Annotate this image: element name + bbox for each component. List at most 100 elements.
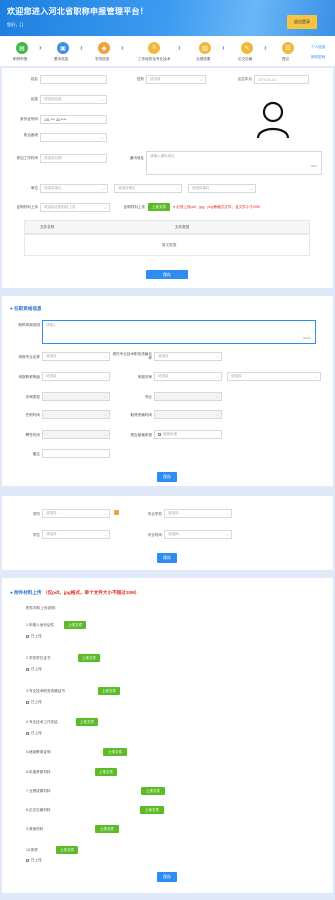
degree-select[interactable]: 请选择 bbox=[42, 530, 110, 539]
side-link-profile[interactable]: 个人信息 bbox=[311, 45, 325, 50]
edu-save-button[interactable]: 保存 bbox=[157, 553, 177, 563]
desc-textarea[interactable]: 请输入 bbox=[42, 320, 316, 344]
attach-item-label: 5.继续教育证明 bbox=[26, 750, 51, 754]
grad-time-select[interactable]: 请选择 bbox=[164, 530, 232, 539]
desc-counter: 0/200 bbox=[303, 336, 311, 340]
firstwork-label: 参加工作时间 bbox=[16, 156, 38, 160]
politics-select[interactable] bbox=[40, 133, 107, 142]
idcard-input[interactable]: 131 *** 2A **** bbox=[40, 115, 107, 124]
attach-check[interactable]: 已上传 bbox=[26, 667, 42, 672]
step-6[interactable]: ✎ 论文论著 bbox=[238, 42, 253, 62]
field-label: 学位 bbox=[32, 533, 40, 537]
attach-check[interactable]: 已上传 bbox=[26, 634, 42, 639]
upload-button[interactable]: 上传文件 bbox=[95, 768, 117, 776]
nation-select[interactable]: 请选择民族 bbox=[40, 95, 107, 104]
name-input[interactable] bbox=[40, 75, 107, 84]
checkbox[interactable] bbox=[26, 667, 29, 671]
review-type-select[interactable] bbox=[42, 392, 110, 401]
upload-button[interactable]: 上传文件 bbox=[76, 718, 98, 726]
avatar-icon[interactable] bbox=[256, 100, 290, 140]
hire-time-select[interactable] bbox=[42, 430, 110, 439]
field-label: 任职时间 bbox=[25, 413, 40, 417]
appoint-time-select[interactable] bbox=[42, 410, 110, 419]
unit-select-3[interactable]: 请选择单位 bbox=[188, 184, 256, 193]
remark-input[interactable] bbox=[42, 449, 110, 458]
check-label: 已上传 bbox=[31, 731, 42, 735]
upload-button[interactable]: 上传文件 bbox=[141, 787, 165, 795]
table-header-name: 文件名称 bbox=[40, 225, 55, 229]
upload-button[interactable]: 上传文件 bbox=[78, 654, 100, 662]
idcard-label: 身份证号码 bbox=[20, 117, 38, 121]
step-5[interactable]: ▥ 业绩成果 bbox=[196, 42, 211, 62]
major-select[interactable]: 请选择 bbox=[42, 352, 110, 361]
checkbox[interactable] bbox=[26, 731, 29, 735]
qual-time-select[interactable] bbox=[154, 410, 222, 419]
gender-select[interactable]: 请选择 bbox=[146, 75, 206, 84]
attach-check[interactable]: 已上传 bbox=[26, 731, 42, 736]
edu-select[interactable]: 请选择 bbox=[42, 509, 110, 518]
upload-label: 证明材料上传 bbox=[123, 205, 145, 209]
page-title: 欢迎您进入河北省职称申报管理平台！ bbox=[7, 7, 149, 16]
step-2[interactable]: ▣ 基本信息 bbox=[54, 42, 69, 62]
checkbox[interactable] bbox=[26, 700, 29, 704]
address-label: 通讯地址 bbox=[129, 156, 144, 160]
unit-select-2[interactable]: 请选择单位 bbox=[114, 184, 182, 193]
review-select[interactable]: 请选择 bbox=[154, 372, 222, 381]
attach-item-label: 2.学历学位证书 bbox=[26, 656, 51, 660]
upload-button[interactable]: 上传文件 bbox=[140, 806, 164, 814]
specialty-select[interactable] bbox=[154, 392, 222, 401]
birth-input[interactable]: 1970-01-01 bbox=[254, 75, 309, 84]
region-select[interactable]: 请选择证明材料上传 bbox=[40, 203, 110, 212]
basic-save-button[interactable]: 保存 bbox=[146, 270, 188, 279]
level-select[interactable]: 请选择 bbox=[42, 372, 110, 381]
field-label: 申报专业名称 bbox=[18, 355, 40, 359]
step-label: 论文论著 bbox=[238, 57, 253, 61]
submit-icon: ☰ bbox=[282, 42, 294, 54]
upload-button[interactable]: 上传文件 bbox=[148, 203, 170, 211]
birth-label: 出生年月 bbox=[237, 77, 252, 81]
step-4[interactable]: ≡ 工作经历及专业技术 bbox=[138, 42, 170, 62]
attach-item-label: 8.论文论著材料 bbox=[26, 808, 51, 812]
upload-button[interactable]: 上传文件 bbox=[64, 621, 86, 629]
attach-item-label: 7.业绩成果材料 bbox=[26, 789, 51, 793]
review-org-select[interactable]: 请选择 bbox=[227, 372, 321, 381]
checkbox[interactable] bbox=[26, 634, 29, 638]
warning-icon bbox=[114, 510, 119, 515]
attach-note: （仅pdf、jpg格式，单个文件大小不超过10M） bbox=[42, 590, 140, 595]
unit-select-1[interactable]: 请选择单位 bbox=[40, 184, 108, 193]
attach-check[interactable]: 已上传 bbox=[26, 700, 42, 705]
checkbox-label: 破格申报 bbox=[163, 432, 177, 436]
field-label: 现任专业技术职务资格名称 bbox=[112, 352, 152, 360]
firstwork-input[interactable]: 请选择日期 bbox=[40, 154, 107, 163]
job-save-button[interactable]: 保存 bbox=[157, 472, 177, 482]
chevron-right-icon: › bbox=[264, 43, 267, 52]
attach-title-text: 附件材料上传 bbox=[14, 590, 42, 595]
field-label: 学历 bbox=[32, 512, 40, 516]
doc-icon: ▤ bbox=[16, 42, 28, 54]
step-label: 职称申报 bbox=[13, 57, 28, 61]
upload-note-text: 必须上传pdf、jpg、png等格式文件，且文件小于20M bbox=[176, 205, 261, 209]
upload-button[interactable]: 上传文件 bbox=[95, 825, 119, 833]
current-title-select[interactable]: 请选择 bbox=[154, 352, 222, 361]
field-label: 毕业学校 bbox=[147, 512, 162, 516]
upload-note: ● 必须上传pdf、jpg、png等格式文件，且文件小于20M bbox=[173, 205, 261, 209]
upload-button[interactable]: 上传文件 bbox=[56, 846, 78, 854]
step-label: 业绩成果 bbox=[196, 57, 211, 61]
chart-icon: ▥ bbox=[199, 42, 211, 54]
step-7[interactable]: ☰ 提交 bbox=[282, 42, 294, 62]
school-select[interactable]: 请选择 bbox=[164, 509, 232, 518]
checkbox[interactable] bbox=[26, 858, 29, 862]
address-textarea[interactable]: 请输入通讯地址 bbox=[146, 151, 322, 175]
step-1[interactable]: ▤ 职称申报 bbox=[13, 42, 28, 62]
upload-button[interactable]: 上传文件 bbox=[98, 687, 120, 695]
checkbox[interactable] bbox=[158, 433, 161, 436]
chevron-right-icon: › bbox=[222, 43, 225, 52]
attach-save-button[interactable]: 保存 bbox=[157, 872, 177, 882]
upload-button[interactable]: 上传文件 bbox=[103, 748, 127, 756]
exception-checkbox[interactable]: 破格申报 bbox=[154, 430, 222, 439]
side-link-password[interactable]: 修改密码 bbox=[311, 55, 325, 60]
attach-check[interactable]: 已上传 bbox=[26, 858, 42, 863]
attach-section-title: ● 附件材料上传 （仅pdf、jpg格式，单个文件大小不超过10M） bbox=[10, 590, 140, 595]
logout-button[interactable]: 退出登录 bbox=[287, 15, 317, 29]
step-3[interactable]: ◆ 学历信息 bbox=[95, 42, 110, 62]
